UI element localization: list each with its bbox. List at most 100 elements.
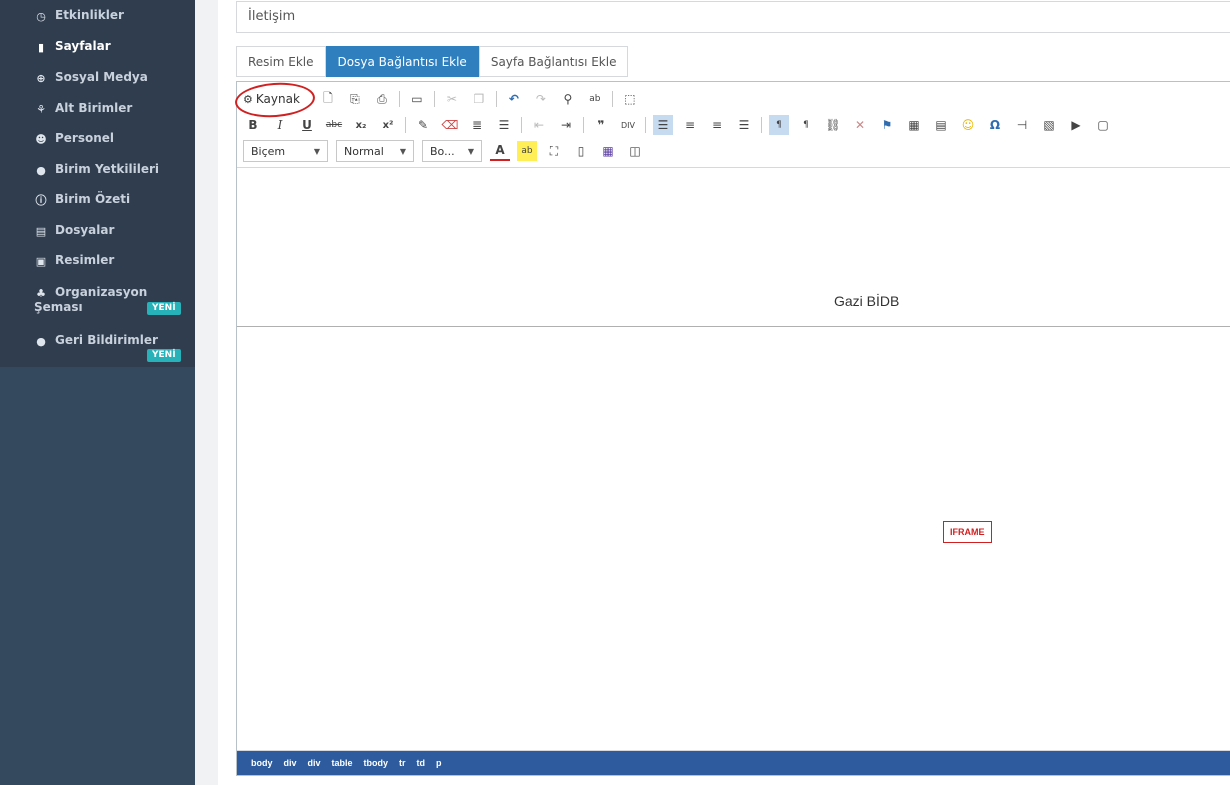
sidebar-item-geri-bildirimler[interactable]: ● Geri Bildirimler bbox=[34, 333, 158, 353]
show-blocks-icon[interactable]: ▯ bbox=[571, 141, 591, 161]
add-page-link-button[interactable]: Sayfa Bağlantısı Ekle bbox=[478, 46, 629, 77]
numbered-list-icon[interactable]: ≣ bbox=[467, 115, 487, 135]
justify-icon[interactable]: ☰ bbox=[734, 115, 754, 135]
sidebar-item-alt-birimler[interactable]: ⚘ Alt Birimler bbox=[34, 101, 132, 121]
sidebar-item-etkinlikler[interactable]: ◷ Etkinlikler bbox=[34, 8, 124, 28]
copy-format-icon[interactable]: ✎ bbox=[413, 115, 433, 135]
templates-icon[interactable]: ▭ bbox=[407, 89, 427, 109]
underline-icon[interactable]: U bbox=[297, 115, 317, 135]
editor-content-area[interactable]: Gazi BİDB IFRAME bbox=[237, 167, 1230, 736]
sidebar-item-label: Geri Bildirimler bbox=[55, 333, 158, 347]
background-color-icon[interactable]: ab bbox=[517, 141, 537, 161]
add-file-link-button[interactable]: Dosya Bağlantısı Ekle bbox=[325, 46, 479, 77]
add-image-button[interactable]: Resim Ekle bbox=[236, 46, 326, 77]
align-center-icon[interactable]: ≡ bbox=[680, 115, 700, 135]
sidebar-item-label: Alt Birimler bbox=[55, 101, 133, 115]
bold-icon[interactable]: B bbox=[243, 115, 263, 135]
anchor-flag-icon[interactable]: ⚑ bbox=[877, 115, 897, 135]
superscript-icon[interactable]: x² bbox=[378, 115, 398, 135]
columns-icon[interactable]: ◫ bbox=[625, 141, 645, 161]
maximize-icon[interactable]: ⛶ bbox=[544, 141, 564, 161]
sidebar-item-sayfalar[interactable]: ▮ Sayfalar bbox=[34, 39, 111, 59]
iframe-placeholder[interactable]: IFRAME bbox=[943, 521, 992, 543]
unlink-icon[interactable]: ✕ bbox=[850, 115, 870, 135]
link-icon[interactable]: ⛓ bbox=[823, 115, 843, 135]
preview-icon[interactable]: ⎘ bbox=[345, 89, 365, 109]
rtl-icon[interactable]: ¶ bbox=[796, 115, 816, 135]
user-icon: ● bbox=[36, 163, 46, 177]
toolbar-separator bbox=[521, 117, 522, 133]
undo-icon[interactable]: ↶ bbox=[504, 89, 524, 109]
clock-icon: ◷ bbox=[36, 9, 46, 23]
source-icon: ⚙ bbox=[243, 92, 253, 106]
sidebar-item-resimler[interactable]: ▣ Resimler bbox=[34, 253, 115, 273]
text-color-icon[interactable]: A bbox=[490, 141, 510, 161]
path-item-div[interactable]: div bbox=[308, 758, 321, 768]
sidebar-item-label: Organizasyon bbox=[55, 285, 148, 299]
grid-icon[interactable]: ▦ bbox=[598, 141, 618, 161]
new-page-icon[interactable]: 🗋 bbox=[318, 89, 338, 109]
align-right-icon[interactable]: ≡ bbox=[707, 115, 727, 135]
find-icon[interactable]: ⚲ bbox=[558, 89, 578, 109]
sidebar-item-label: Birim Yetkilileri bbox=[55, 162, 160, 176]
strikethrough-icon[interactable]: abc bbox=[324, 115, 344, 135]
sidebar: ◷ Etkinlikler ▮ Sayfalar ⊕ Sosyal Medya … bbox=[0, 0, 195, 785]
indent-icon[interactable]: ⇥ bbox=[556, 115, 576, 135]
special-char-icon[interactable]: Ω bbox=[985, 115, 1005, 135]
sidebar-item-personel[interactable]: ☻ Personel bbox=[34, 131, 114, 151]
smiley-icon[interactable]: ☺ bbox=[958, 115, 978, 135]
path-item-div[interactable]: div bbox=[284, 758, 297, 768]
path-item-td[interactable]: td bbox=[417, 758, 426, 768]
sidebar-lower-panel bbox=[0, 367, 195, 785]
table-cell: Gazi BİDB bbox=[237, 167, 1230, 327]
subscript-icon[interactable]: x₂ bbox=[351, 115, 371, 135]
font-size-select[interactable]: Bo... ▼ bbox=[422, 140, 482, 162]
remove-format-icon[interactable]: ⌫ bbox=[440, 115, 460, 135]
table-icon[interactable]: ▦ bbox=[904, 115, 924, 135]
print-icon[interactable]: ⎙ bbox=[372, 89, 392, 109]
path-item-tr[interactable]: tr bbox=[399, 758, 406, 768]
page-title-input[interactable]: İletişim bbox=[236, 1, 1230, 33]
bulleted-list-icon[interactable]: ☰ bbox=[494, 115, 514, 135]
path-item-tbody[interactable]: tbody bbox=[364, 758, 389, 768]
frame-icon[interactable]: ▢ bbox=[1093, 115, 1113, 135]
comment-icon: ● bbox=[36, 334, 46, 348]
sidebar-item-sosyal-medya[interactable]: ⊕ Sosyal Medya bbox=[34, 70, 147, 90]
format-select[interactable]: Normal ▼ bbox=[336, 140, 414, 162]
insert-tabs: Resim Ekle Dosya Bağlantısı Ekle Sayfa B… bbox=[236, 46, 629, 77]
sidebar-item-dosyalar[interactable]: ▤ Dosyalar bbox=[34, 223, 115, 243]
sidebar-item-organizasyon-semasi[interactable]: ♣ Organizasyon Şeması bbox=[34, 285, 147, 317]
toolbar-row-3: Biçem ▼ Normal ▼ Bo... ▼ A ab ⛶ ▯ ▦ ◫ bbox=[243, 140, 652, 162]
path-item-body[interactable]: body bbox=[251, 758, 273, 768]
path-item-p[interactable]: p bbox=[436, 758, 442, 768]
outdent-icon[interactable]: ⇤ bbox=[529, 115, 549, 135]
select-all-icon[interactable]: ⬚ bbox=[620, 89, 640, 109]
redo-icon[interactable]: ↷ bbox=[531, 89, 551, 109]
chevron-down-icon: ▼ bbox=[467, 146, 474, 156]
page-break-icon[interactable]: ⊣ bbox=[1012, 115, 1032, 135]
ltr-icon[interactable]: ¶ bbox=[769, 115, 789, 135]
style-select[interactable]: Biçem ▼ bbox=[243, 140, 328, 162]
content-text: Gazi BİDB bbox=[834, 293, 900, 309]
blockquote-icon[interactable]: ❞ bbox=[591, 115, 611, 135]
horizontal-line-icon[interactable]: ▤ bbox=[931, 115, 951, 135]
cut-icon[interactable]: ✂ bbox=[442, 89, 462, 109]
align-left-icon[interactable]: ☰ bbox=[653, 115, 673, 135]
source-button[interactable]: ⚙ Kaynak bbox=[243, 92, 300, 106]
copy-icon[interactable]: ❐ bbox=[469, 89, 489, 109]
iframe-icon[interactable]: ▧ bbox=[1039, 115, 1059, 135]
sidebar-item-birim-yetkilileri[interactable]: ● Birim Yetkilileri bbox=[34, 162, 159, 182]
globe-icon: ⊕ bbox=[36, 71, 46, 85]
replace-icon[interactable]: ab bbox=[585, 89, 605, 109]
sidebar-item-birim-ozeti[interactable]: ⓘ Birim Özeti bbox=[34, 192, 131, 212]
chevron-down-icon: ▼ bbox=[313, 146, 320, 156]
element-path-bar: body div div table tbody tr td p bbox=[237, 750, 1230, 775]
toolbar-separator bbox=[495, 91, 497, 107]
new-badge: YENİ bbox=[147, 302, 181, 315]
file-icon: ▮ bbox=[37, 40, 45, 54]
path-item-table[interactable]: table bbox=[332, 758, 353, 768]
italic-icon[interactable]: I bbox=[270, 115, 290, 135]
create-div-icon[interactable]: DIV bbox=[618, 115, 638, 135]
youtube-icon[interactable]: ▶ bbox=[1066, 115, 1086, 135]
toolbar-row-1: ⚙ Kaynak 🗋 ⎘ ⎙ ▭ ✂ ❐ ↶ ↷ ⚲ ab ⬚ bbox=[243, 88, 647, 110]
